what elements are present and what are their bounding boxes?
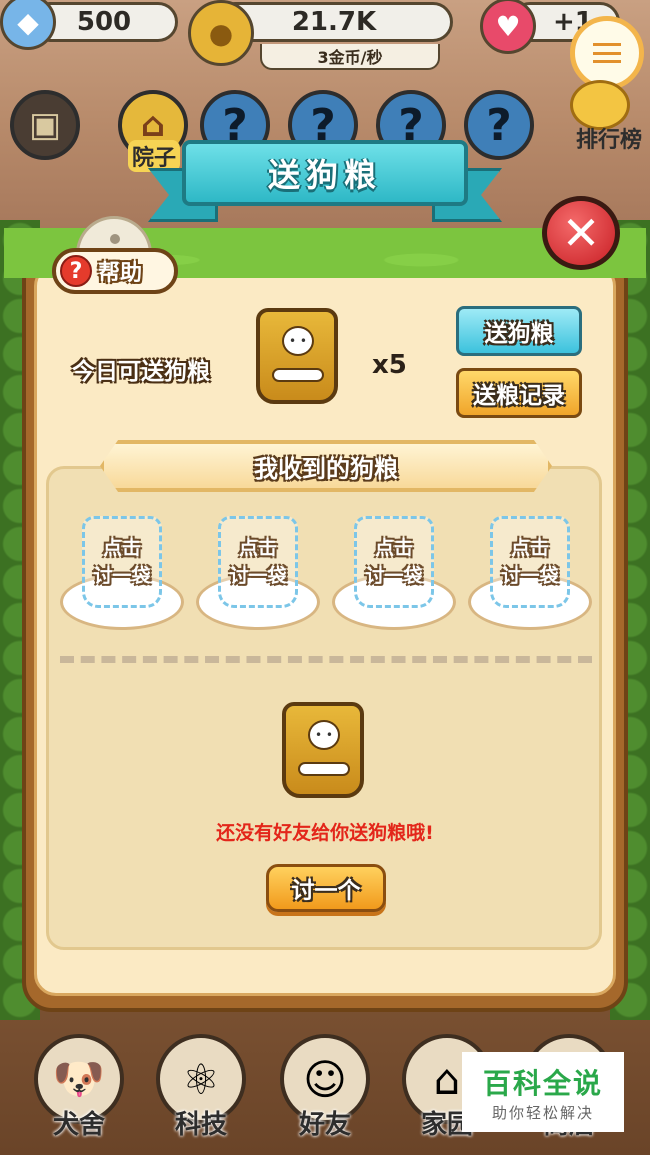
ask-one-button[interactable]: 讨一个 — [266, 864, 386, 912]
ask-one-label: 讨一个 — [291, 878, 361, 904]
dog-face-icon: • • — [282, 326, 314, 356]
bone-coin-icon: ● — [188, 0, 254, 66]
slot-label: 点击 讨一袋 — [93, 537, 151, 587]
watermark-logo: 百科全说 助你轻松解决 — [462, 1052, 624, 1132]
coin-count: 21.7K — [291, 7, 377, 37]
bone-icon — [298, 762, 350, 776]
slot-label: 点击 讨一袋 — [501, 537, 559, 587]
gem-count: 500 — [76, 7, 132, 37]
dashed-divider — [60, 656, 592, 663]
slot-label: 点击 讨一袋 — [365, 537, 423, 587]
diamond-icon: ◆ — [0, 0, 56, 50]
received-header: 我收到的狗粮 — [100, 440, 552, 492]
slot-label: 点击 讨一袋 — [229, 537, 287, 587]
nav-label: 科技 — [174, 1110, 227, 1140]
storage-box-icon[interactable]: ▣ — [10, 90, 80, 160]
menu-button[interactable] — [570, 16, 644, 90]
available-count: x5 — [372, 350, 407, 380]
dialog-title: 送狗粮 — [267, 156, 382, 194]
question-icon: ? — [60, 255, 92, 287]
heart-icon: ♥ — [480, 0, 536, 54]
nav-label: 好友 — [298, 1110, 351, 1140]
nav-tech[interactable]: ⚛ 科技 — [146, 1034, 256, 1141]
dog-food-bag-icon: • • — [282, 702, 364, 798]
send-record-button[interactable]: 送粮记录 — [456, 368, 582, 418]
request-slot[interactable]: 点击 讨一袋 — [332, 516, 456, 632]
nav-kennel[interactable]: 🐶 犬舍 — [24, 1034, 134, 1141]
dog-food-bag-icon: • • — [256, 308, 338, 404]
empty-bag-icon: 点击 讨一袋 — [218, 516, 298, 608]
ribbon-banner: 送狗粮 — [182, 140, 468, 206]
empty-bag-icon: 点击 讨一袋 — [354, 516, 434, 608]
resource-bar: 500 ◆ 21.7K ● 3金币/秒 +1 ♥ — [0, 0, 650, 80]
watermark-title: 百科全说 — [482, 1066, 603, 1100]
dog-face-icon: • • — [308, 720, 340, 750]
today-available-label: 今日可送狗粮 — [72, 359, 210, 385]
coin-rate: 3金币/秒 — [260, 44, 440, 70]
help-button[interactable]: ? 帮助 — [52, 248, 178, 294]
request-slot[interactable]: 点击 讨一袋 — [196, 516, 320, 632]
hanger-nail — [110, 234, 120, 244]
empty-bag-icon: 点击 讨一袋 — [82, 516, 162, 608]
request-slot[interactable]: 点击 讨一袋 — [60, 516, 184, 632]
send-record-label: 送粮记录 — [473, 383, 565, 409]
close-button[interactable]: ✕ — [542, 196, 620, 270]
bone-icon — [272, 368, 324, 382]
ranking-label: 排行榜 — [575, 128, 642, 153]
watermark-subtitle: 助你轻松解决 — [491, 1103, 594, 1122]
received-title: 我收到的狗粮 — [254, 454, 398, 483]
empty-state-message: 还没有好友给你送狗粮哦! — [216, 822, 434, 844]
hamburger-icon — [593, 43, 621, 63]
empty-bag-icon: 点击 讨一袋 — [490, 516, 570, 608]
send-food-button[interactable]: 送狗粮 — [456, 306, 582, 356]
nav-friends[interactable]: ☺ 好友 — [270, 1034, 380, 1141]
close-icon: ✕ — [561, 206, 601, 260]
nav-label: 犬舍 — [52, 1110, 105, 1140]
title-ribbon: 送狗粮 — [148, 140, 502, 226]
help-label: 帮助 — [98, 261, 143, 286]
send-food-label: 送狗粮 — [484, 321, 554, 347]
request-slot[interactable]: 点击 讨一袋 — [468, 516, 592, 632]
